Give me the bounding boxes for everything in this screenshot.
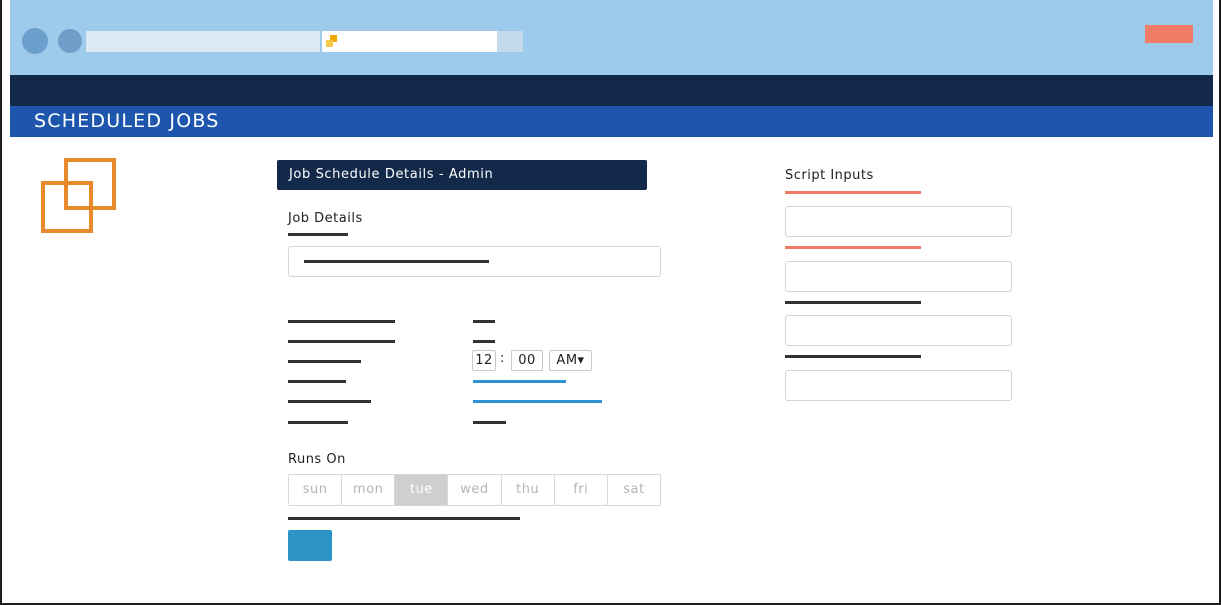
time-separator: : [500, 351, 505, 366]
lock-icon [326, 35, 338, 47]
field-label-6 [288, 421, 348, 424]
am-pm-select[interactable]: AM▾ [549, 350, 592, 371]
script-input-3-label [785, 301, 921, 304]
field-link-1[interactable] [473, 380, 566, 383]
script-input-4[interactable] [785, 370, 1012, 401]
day-selector: sun mon tue wed thu fri sat [288, 474, 661, 506]
day-sun[interactable]: sun [289, 475, 343, 505]
job-details-underline [288, 233, 348, 236]
script-input-2[interactable] [785, 261, 1012, 292]
script-input-4-label [785, 355, 921, 358]
day-mon[interactable]: mon [342, 475, 396, 505]
close-button[interactable] [1145, 25, 1193, 43]
field-label-1 [288, 320, 395, 323]
browser-chrome [10, 0, 1213, 75]
job-details-title: Job Details [288, 211, 363, 226]
job-name-input[interactable] [288, 246, 661, 277]
day-thu[interactable]: thu [502, 475, 555, 505]
script-input-2-label [785, 246, 921, 249]
field-link-2[interactable] [473, 400, 602, 403]
day-wed[interactable]: wed [448, 475, 502, 505]
script-input-1[interactable] [785, 206, 1012, 237]
field-value-2 [473, 340, 495, 343]
day-sat[interactable]: sat [608, 475, 660, 505]
submit-button[interactable] [288, 530, 332, 561]
hour-input[interactable]: 12 [472, 350, 496, 371]
window-dot-2[interactable] [58, 29, 82, 53]
window-dot-1[interactable] [22, 28, 48, 54]
script-input-3[interactable] [785, 315, 1012, 346]
field-value-1 [473, 320, 495, 323]
day-tue[interactable]: tue [395, 475, 449, 505]
top-nav [10, 75, 1213, 106]
address-bar[interactable] [322, 31, 497, 52]
panel-header: Job Schedule Details - Admin [277, 160, 647, 190]
address-bar-button[interactable] [497, 31, 523, 52]
runs-on-summary [288, 517, 520, 520]
field-value-6 [473, 421, 506, 424]
minute-input[interactable]: 00 [511, 350, 543, 371]
field-label-4 [288, 380, 346, 383]
page-title: SCHEDULED JOBS [34, 110, 220, 132]
day-fri[interactable]: fri [555, 475, 608, 505]
field-label-5 [288, 400, 371, 403]
script-inputs-underline [785, 191, 921, 194]
app-header: SCHEDULED JOBS [10, 106, 1213, 137]
runs-on-title: Runs On [288, 452, 346, 467]
job-name-placeholder [304, 260, 489, 263]
panel-header-title: Job Schedule Details - Admin [289, 167, 494, 182]
overlapping-squares-logo-icon [41, 158, 116, 233]
tab-bar[interactable] [86, 31, 320, 52]
field-label-3 [288, 360, 361, 363]
script-inputs-title: Script Inputs [785, 168, 874, 183]
field-label-2 [288, 340, 395, 343]
